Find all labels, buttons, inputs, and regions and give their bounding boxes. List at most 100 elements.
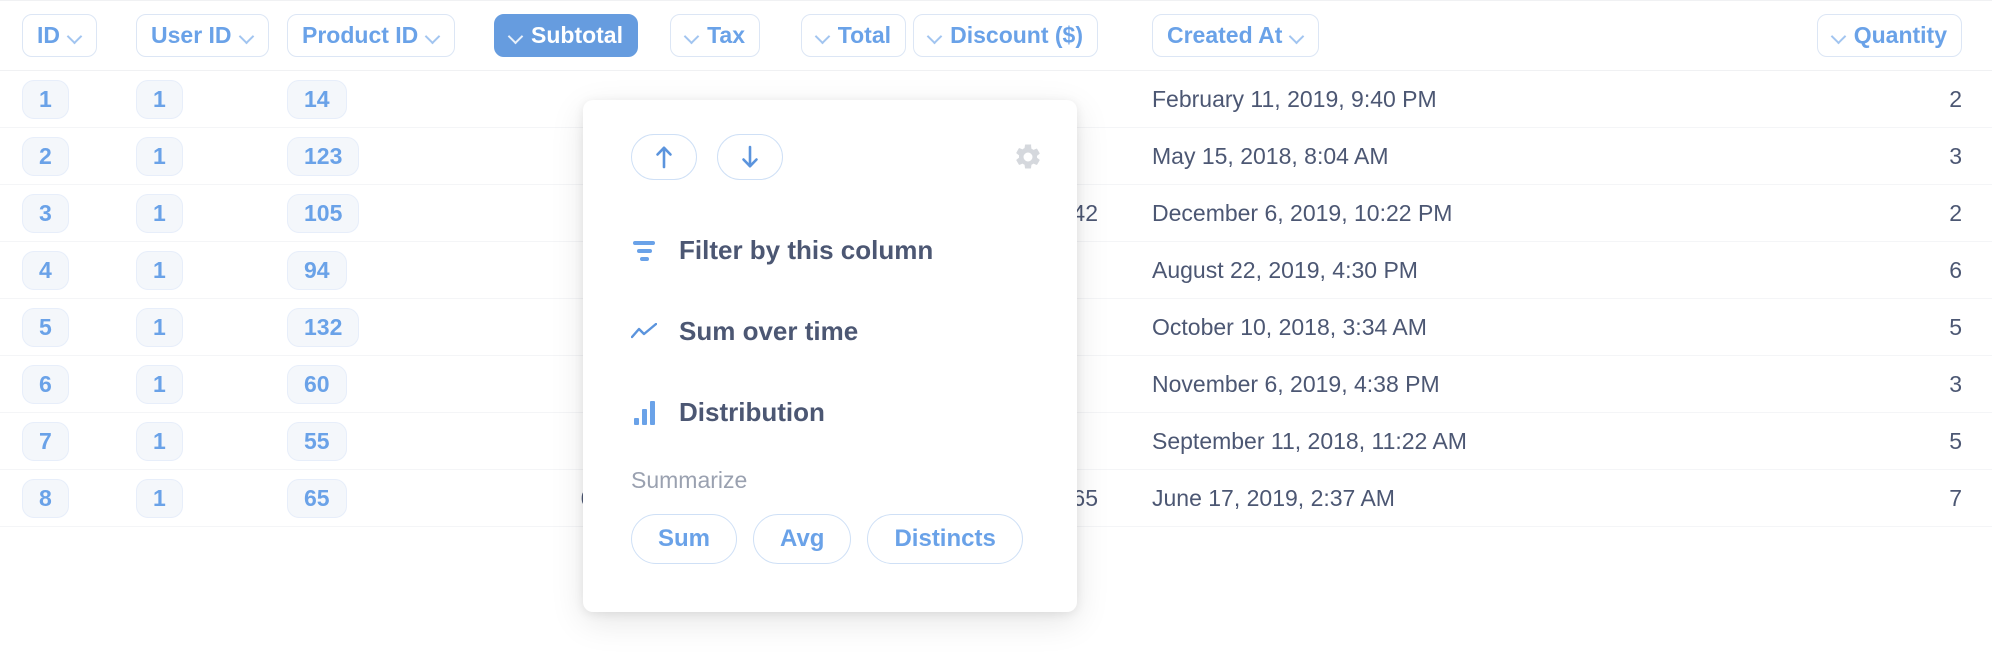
summarize-section-label: Summarize xyxy=(583,467,1077,494)
filter-icon xyxy=(631,238,657,264)
menu-item-filter-label: Filter by this column xyxy=(679,235,933,266)
column-header-discount-label: Discount ($) xyxy=(950,24,1083,47)
cell-user-id: 1 xyxy=(132,299,287,355)
cell-user-id-pill[interactable]: 1 xyxy=(136,422,183,461)
header-cell-total: Total xyxy=(782,0,928,71)
column-header-created-at-label: Created At xyxy=(1167,24,1282,47)
cell-created-at-value: September 11, 2018, 11:22 AM xyxy=(1152,428,1467,455)
column-header-id[interactable]: ID xyxy=(22,14,97,57)
cell-user-id-pill[interactable]: 1 xyxy=(136,308,183,347)
popover-header xyxy=(583,128,1077,186)
chevron-down-icon xyxy=(68,31,82,40)
cell-product-id-pill[interactable]: 132 xyxy=(287,308,359,347)
cell-product-id: 105 xyxy=(287,185,480,241)
cell-id-pill[interactable]: 1 xyxy=(22,80,69,119)
cell-user-id-pill[interactable]: 1 xyxy=(136,137,183,176)
cell-created-at-value: August 22, 2019, 4:30 PM xyxy=(1152,257,1418,284)
chevron-down-icon xyxy=(1832,31,1846,40)
cell-id-pill[interactable]: 6 xyxy=(22,365,69,404)
cell-created-at: June 17, 2019, 2:37 AM xyxy=(1122,470,1492,526)
cell-user-id-pill[interactable]: 1 xyxy=(136,80,183,119)
column-header-user-id[interactable]: User ID xyxy=(136,14,269,57)
cell-quantity: 5 xyxy=(1492,299,1992,355)
cell-product-id-pill[interactable]: 105 xyxy=(287,194,359,233)
menu-item-filter-by-this-column[interactable]: Filter by this column xyxy=(583,210,1077,291)
sort-ascending-button[interactable] xyxy=(631,134,697,180)
arrow-up-icon xyxy=(652,144,676,170)
cell-product-id: 123 xyxy=(287,128,480,184)
column-header-quantity[interactable]: Quantity xyxy=(1817,14,1962,57)
cell-id-pill[interactable]: 3 xyxy=(22,194,69,233)
column-header-discount[interactable]: Discount ($) xyxy=(913,14,1098,57)
cell-created-at: August 22, 2019, 4:30 PM xyxy=(1122,242,1492,298)
cell-quantity-value: 3 xyxy=(1949,371,1962,398)
cell-user-id-pill[interactable]: 1 xyxy=(136,251,183,290)
cell-user-id: 1 xyxy=(132,128,287,184)
cell-created-at-value: February 11, 2019, 9:40 PM xyxy=(1152,86,1437,113)
cell-quantity: 5 xyxy=(1492,413,1992,469)
column-header-total[interactable]: Total xyxy=(801,14,906,57)
cell-user-id: 1 xyxy=(132,71,287,127)
cell-id-pill[interactable]: 7 xyxy=(22,422,69,461)
menu-item-distribution-label: Distribution xyxy=(679,397,825,428)
cell-id-pill[interactable]: 8 xyxy=(22,479,69,518)
cell-quantity-value: 2 xyxy=(1949,86,1962,113)
cell-created-at-value: October 10, 2018, 3:34 AM xyxy=(1152,314,1427,341)
summarize-buttons: Sum Avg Distincts xyxy=(583,514,1077,564)
cell-quantity-value: 5 xyxy=(1949,428,1962,455)
cell-id-pill[interactable]: 5 xyxy=(22,308,69,347)
summarize-sum-button[interactable]: Sum xyxy=(631,514,737,564)
summarize-avg-button[interactable]: Avg xyxy=(753,514,851,564)
cell-id: 1 xyxy=(0,71,132,127)
cell-product-id-pill[interactable]: 94 xyxy=(287,251,347,290)
cell-product-id-pill[interactable]: 60 xyxy=(287,365,347,404)
header-cell-quantity: Quantity xyxy=(1492,0,1992,71)
cell-product-id: 55 xyxy=(287,413,480,469)
sort-descending-button[interactable] xyxy=(717,134,783,180)
column-header-product-id[interactable]: Product ID xyxy=(287,14,455,57)
cell-product-id: 14 xyxy=(287,71,480,127)
cell-id-pill[interactable]: 4 xyxy=(22,251,69,290)
cell-created-at: December 6, 2019, 10:22 PM xyxy=(1122,185,1492,241)
header-cell-subtotal: Subtotal xyxy=(480,0,662,71)
column-header-user-id-label: User ID xyxy=(151,24,232,47)
cell-product-id-pill[interactable]: 14 xyxy=(287,80,347,119)
cell-product-id-pill[interactable]: 123 xyxy=(287,137,359,176)
line-chart-icon xyxy=(631,319,657,345)
chevron-down-icon xyxy=(509,31,523,40)
cell-product-id-pill[interactable]: 55 xyxy=(287,422,347,461)
header-cell-id: ID xyxy=(0,0,132,71)
column-header-product-id-label: Product ID xyxy=(302,24,418,47)
column-header-quantity-label: Quantity xyxy=(1854,24,1947,47)
cell-user-id: 1 xyxy=(132,413,287,469)
header-cell-created-at: Created At xyxy=(1122,0,1492,71)
cell-user-id-pill[interactable]: 1 xyxy=(136,194,183,233)
cell-product-id-pill[interactable]: 65 xyxy=(287,479,347,518)
cell-quantity-value: 5 xyxy=(1949,314,1962,341)
bar-chart-icon xyxy=(631,400,657,426)
menu-item-sum-over-time[interactable]: Sum over time xyxy=(583,291,1077,372)
column-settings-button[interactable] xyxy=(1011,140,1045,174)
cell-id-pill[interactable]: 2 xyxy=(22,137,69,176)
cell-user-id-pill[interactable]: 1 xyxy=(136,365,183,404)
cell-created-at-value: June 17, 2019, 2:37 AM xyxy=(1152,485,1395,512)
header-cell-tax: Tax xyxy=(662,0,782,71)
column-header-id-label: ID xyxy=(37,24,60,47)
menu-item-distribution[interactable]: Distribution xyxy=(583,372,1077,453)
cell-id: 5 xyxy=(0,299,132,355)
column-header-subtotal-label: Subtotal xyxy=(531,24,623,47)
header-cell-user-id: User ID xyxy=(132,0,287,71)
cell-user-id: 1 xyxy=(132,356,287,412)
summarize-distincts-button[interactable]: Distincts xyxy=(867,514,1022,564)
column-header-subtotal[interactable]: Subtotal xyxy=(494,14,638,57)
cell-product-id: 60 xyxy=(287,356,480,412)
column-header-created-at[interactable]: Created At xyxy=(1152,14,1319,57)
chevron-down-icon xyxy=(426,31,440,40)
cell-id: 3 xyxy=(0,185,132,241)
cell-quantity-value: 7 xyxy=(1949,485,1962,512)
column-header-tax[interactable]: Tax xyxy=(670,14,760,57)
cell-created-at: February 11, 2019, 9:40 PM xyxy=(1122,71,1492,127)
cell-user-id-pill[interactable]: 1 xyxy=(136,479,183,518)
cell-id: 2 xyxy=(0,128,132,184)
chevron-down-icon xyxy=(685,31,699,40)
